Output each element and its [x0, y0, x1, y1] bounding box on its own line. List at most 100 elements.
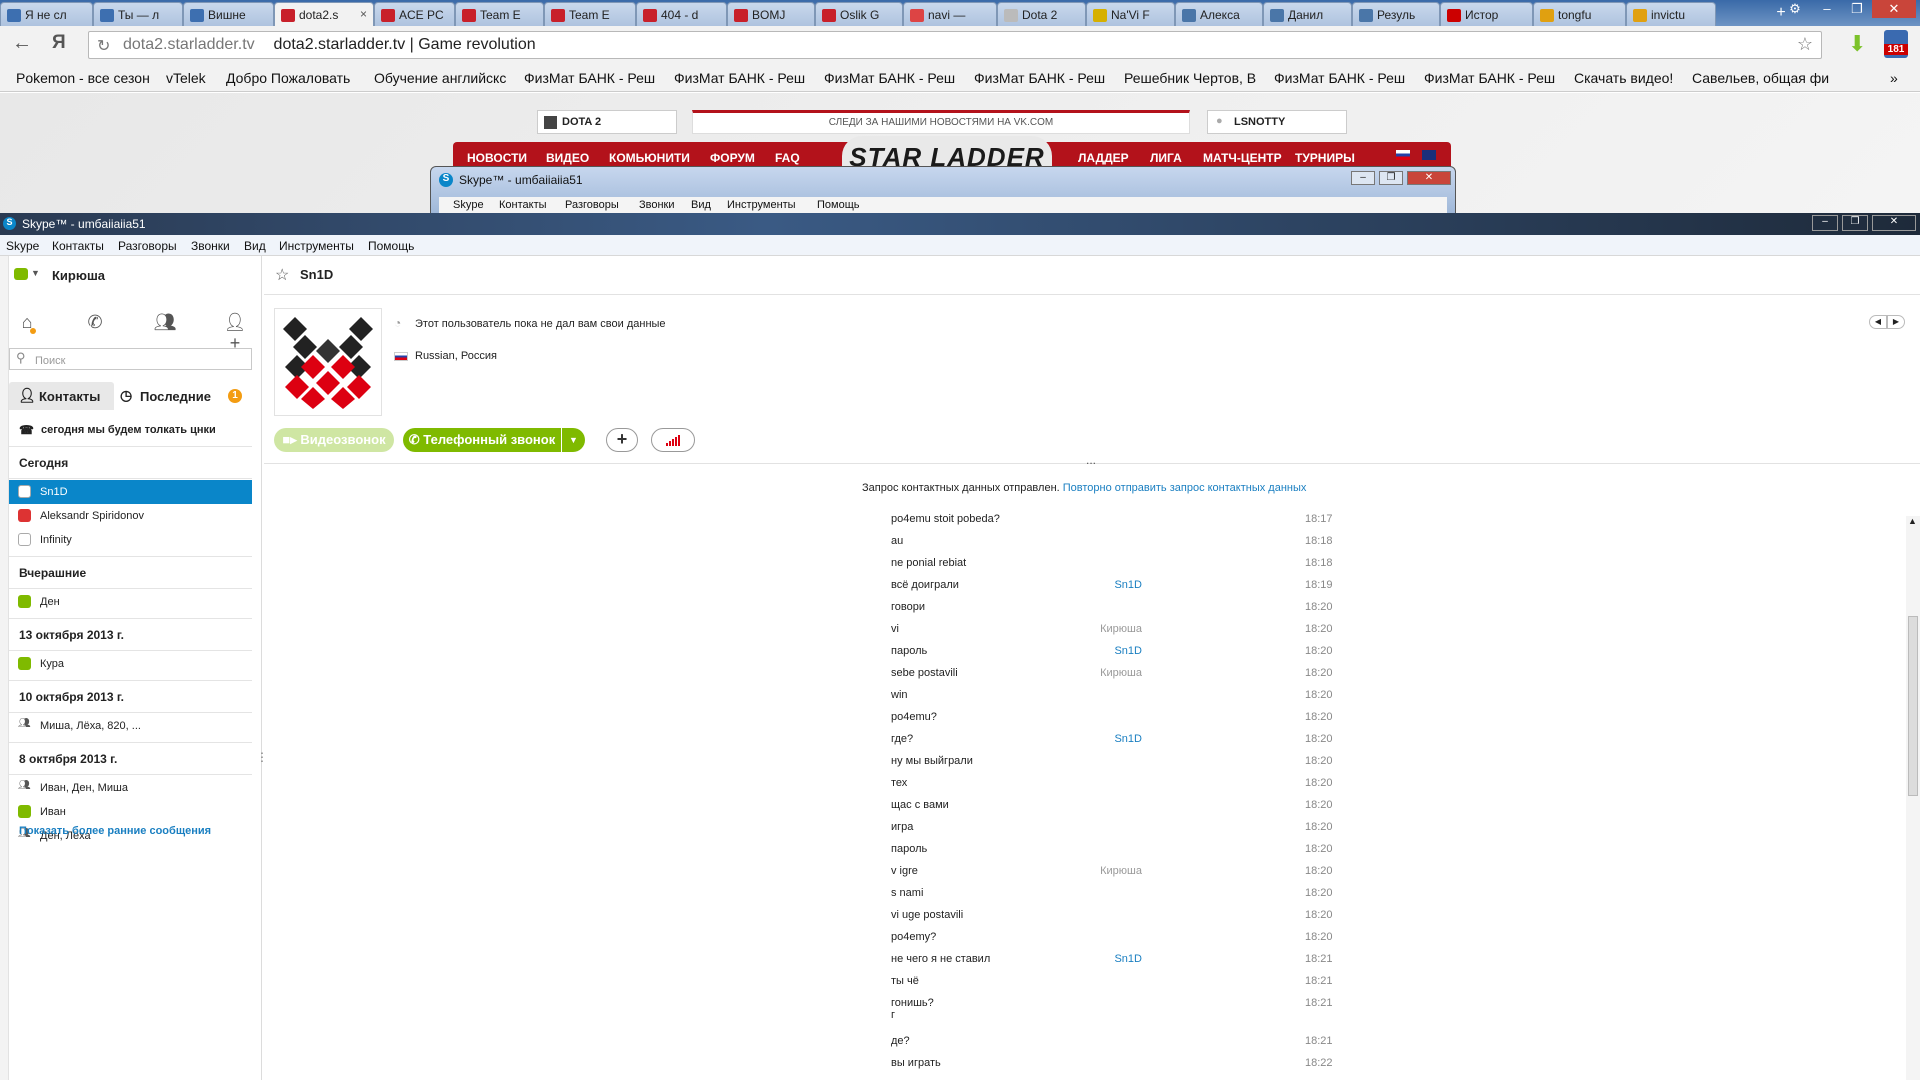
show-older-link[interactable]: Показать более ранние сообщения: [19, 825, 211, 837]
browser-tab[interactable]: navi —: [903, 2, 997, 26]
message-sender[interactable]: Sn1D: [824, 579, 1142, 591]
browser-tab[interactable]: Я не сл: [0, 2, 93, 26]
browser-tab[interactable]: Dota 2: [997, 2, 1086, 26]
message-sender[interactable]: Кирюша: [824, 667, 1142, 679]
group-icon[interactable]: 👥︎: [152, 312, 178, 334]
browser-tab[interactable]: Team E: [455, 2, 544, 26]
message-sender[interactable]: Кирюша: [824, 623, 1142, 635]
bookmark-item[interactable]: Решебник Чертов, В: [1124, 70, 1262, 86]
mood-message[interactable]: ☎ сегодня мы будем толкать цнки: [19, 423, 216, 437]
game-select[interactable]: DOTA 2: [537, 110, 677, 134]
skype-max-icon[interactable]: ❐: [1842, 215, 1868, 231]
login-box[interactable]: ● LSNOTTY: [1207, 110, 1347, 134]
contact-row[interactable]: Sn1D: [9, 480, 252, 504]
browser-tab[interactable]: tongfu: [1533, 2, 1626, 26]
profile-name[interactable]: Кирюша: [52, 268, 105, 283]
message-sender[interactable]: Sn1D: [824, 645, 1142, 657]
menu-item[interactable]: Skype: [453, 199, 484, 211]
menu-item[interactable]: Помощь: [368, 239, 414, 253]
menu-item[interactable]: Разговоры: [565, 199, 619, 211]
site-nav-item[interactable]: ФОРУМ: [710, 151, 755, 165]
contact-row[interactable]: Ден: [9, 590, 252, 614]
extension-calendar-icon[interactable]: 181: [1884, 30, 1908, 58]
menu-item[interactable]: Контакты: [52, 239, 104, 253]
bookmark-item[interactable]: ФизМат БАНК - Реш: [1274, 70, 1412, 86]
browser-tab[interactable]: Oslik G: [815, 2, 903, 26]
bookmark-item[interactable]: ФизМат БАНК - Реш: [1424, 70, 1562, 86]
bookmark-item[interactable]: ФизМат БАНК - Реш: [674, 70, 812, 86]
add-button[interactable]: +: [606, 428, 638, 452]
status-online-icon[interactable]: [14, 268, 28, 280]
browser-tab[interactable]: BOMJ: [727, 2, 815, 26]
browser-tab[interactable]: dota2.s ×: [274, 2, 374, 26]
site-nav-item[interactable]: МАТЧ-ЦЕНТР: [1203, 151, 1282, 165]
avatar[interactable]: [274, 308, 382, 416]
browser-tab[interactable]: Вишне: [183, 2, 274, 26]
site-nav-item[interactable]: НОВОСТИ: [467, 151, 527, 165]
contact-row[interactable]: Aleksandr Spiridonov: [9, 504, 252, 528]
call-dropdown-icon[interactable]: ▼: [561, 428, 585, 452]
menu-item[interactable]: Контакты: [499, 199, 547, 211]
site-nav-item[interactable]: ВИДЕО: [546, 151, 589, 165]
browser-tab[interactable]: Данил: [1263, 2, 1352, 26]
contact-row[interactable]: Иван: [9, 800, 252, 824]
browser-tab[interactable]: ACE PC: [374, 2, 455, 26]
add-contact-icon[interactable]: 👤︎+: [222, 312, 248, 353]
bookmark-item[interactable]: ФизМат БАНК - Реш: [824, 70, 962, 86]
contact-row[interactable]: Infinity: [9, 528, 252, 552]
download-icon[interactable]: ⬇: [1848, 31, 1866, 57]
nav-left-icon[interactable]: ◀: [1869, 315, 1887, 329]
skype-close-icon[interactable]: ✕: [1872, 215, 1916, 231]
bookmark-item[interactable]: ФизМат БАНК - Реш: [524, 70, 662, 86]
bookmark-item[interactable]: Pokemon - все сезон: [16, 70, 154, 86]
search-input[interactable]: ⚲ Поиск: [9, 348, 252, 370]
bookmark-item[interactable]: vTelek: [166, 70, 214, 86]
menu-item[interactable]: Помощь: [817, 199, 860, 211]
bookmark-item[interactable]: Савельев, общая фи: [1692, 70, 1842, 86]
browser-tab[interactable]: Na'Vi F: [1086, 2, 1175, 26]
phone-icon[interactable]: ✆: [82, 312, 108, 334]
skype-min-icon[interactable]: –: [1812, 215, 1838, 231]
phone-call-button[interactable]: ✆ Телефонный звонок ▼: [403, 428, 585, 452]
browser-tab[interactable]: Алекса: [1175, 2, 1263, 26]
site-nav-item[interactable]: ЛАДДЕР: [1078, 151, 1129, 165]
back-arrow-icon[interactable]: ←: [12, 32, 32, 55]
menu-item[interactable]: Skype: [6, 239, 39, 253]
menu-item[interactable]: Инструменты: [727, 199, 796, 211]
browser-tab[interactable]: Истор: [1440, 2, 1533, 26]
more-ellipsis[interactable]: ...: [1086, 453, 1096, 467]
site-nav-item[interactable]: ЛИГА: [1150, 151, 1182, 165]
contact-row[interactable]: 👥︎ Миша, Лёха, 820, ...: [9, 714, 252, 738]
site-nav-item[interactable]: FAQ: [775, 151, 800, 165]
browser-tab[interactable]: 404 - d: [636, 2, 727, 26]
bookmark-item[interactable]: ФизМат БАНК - Реш: [974, 70, 1112, 86]
menu-item[interactable]: Инструменты: [279, 239, 354, 253]
menu-item[interactable]: Звонки: [639, 199, 675, 211]
uk-flag-icon[interactable]: [1422, 150, 1436, 160]
close-tab-icon[interactable]: ×: [360, 7, 367, 21]
tab-contacts[interactable]: 👤︎ Контакты: [9, 382, 114, 410]
nav-right-icon[interactable]: ▶: [1887, 315, 1905, 329]
menu-item[interactable]: Звонки: [191, 239, 230, 253]
favorite-star-icon[interactable]: ☆: [275, 265, 289, 285]
message-sender[interactable]: Sn1D: [824, 733, 1142, 745]
browser-tab[interactable]: invictu: [1626, 2, 1716, 26]
reload-icon[interactable]: ↻: [97, 36, 110, 56]
status-dropdown-icon[interactable]: ▼: [31, 268, 40, 278]
menu-item[interactable]: Разговоры: [118, 239, 177, 253]
bookmark-star-icon[interactable]: ☆: [1797, 34, 1813, 55]
message-sender[interactable]: Кирюша: [824, 865, 1142, 877]
home-icon[interactable]: ⌂: [14, 312, 40, 334]
site-nav-item[interactable]: ТУРНИРЫ: [1295, 151, 1355, 165]
scrollbar-thumb[interactable]: [1908, 616, 1918, 796]
contact-row[interactable]: 👥︎ Иван, Ден, Миша: [9, 776, 252, 800]
resend-request-link[interactable]: Повторно отправить запрос контактных дан…: [1063, 482, 1307, 494]
browser-tab[interactable]: Резуль: [1352, 2, 1440, 26]
settings-gear-icon[interactable]: ⚙: [1780, 0, 1810, 18]
close-window-icon[interactable]: ✕: [1872, 0, 1916, 18]
small-min-icon[interactable]: –: [1351, 171, 1375, 185]
bookmark-item[interactable]: Добро Пожаловать: [226, 70, 362, 86]
small-max-icon[interactable]: ❐: [1379, 171, 1403, 185]
menu-item[interactable]: Вид: [244, 239, 266, 253]
maximize-icon[interactable]: ❐: [1842, 0, 1872, 18]
